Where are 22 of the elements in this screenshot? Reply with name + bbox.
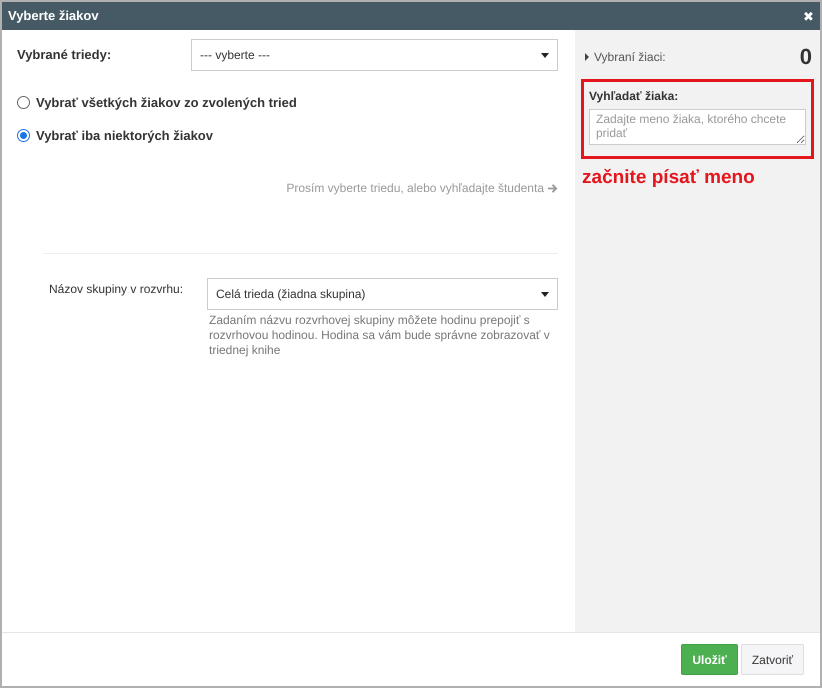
- window-title: Vyberte žiakov: [8, 7, 99, 26]
- annotation-text: začnite písať meno: [581, 166, 756, 190]
- search-field[interactable]: Zadajte meno žiaka, ktorého chcete pridať: [589, 109, 806, 145]
- radio-label: Vybrať všetkých žiakov zo zvolených tried: [36, 94, 297, 112]
- caret-icon: [585, 52, 589, 60]
- search-label: Vyhľadať žiaka:: [589, 88, 680, 105]
- arrow-right-icon: [547, 182, 558, 194]
- radio-button[interactable]: [17, 96, 30, 110]
- caret-icon: [541, 52, 549, 58]
- radio-label: Vybrať iba niektorých žiakov: [36, 126, 213, 145]
- class-select[interactable]: --- vyberte ---: [191, 39, 558, 71]
- help-text: Zadaním názvu rozvrhovej skupiny môžete hodinu prepojiť s rozvrhovou hodinou. Hodina sa vám bude správne zobrazovať v triednej knihe: [208, 313, 551, 358]
- group-select[interactable]: Celá trieda (žiadna skupina): [207, 278, 558, 310]
- close-button[interactable]: Zatvoriť: [740, 644, 804, 675]
- radio-button[interactable]: [17, 128, 30, 142]
- close-button[interactable]: ✖: [803, 10, 814, 22]
- caret-icon: [541, 292, 549, 296]
- hint-text: Prosím vyberte triedu, alebo vyhľadajte študenta: [286, 180, 544, 197]
- field-label: Vybrané triedy:: [17, 46, 112, 64]
- selected-count: 0: [800, 43, 812, 71]
- field-label: Názov skupiny v rozvrhu:: [49, 281, 184, 298]
- selected-label: Vybraní žiaci:: [594, 48, 666, 66]
